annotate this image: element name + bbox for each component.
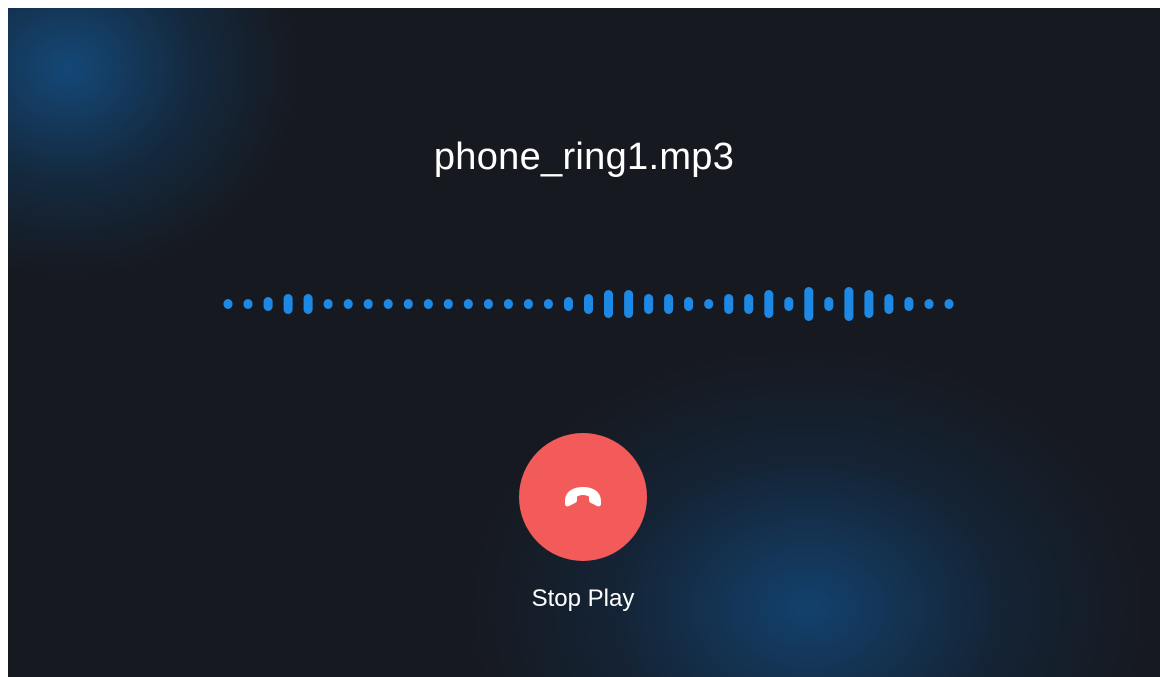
waveform-bar [543, 299, 553, 309]
waveform-bar [483, 299, 493, 309]
waveform-bar [764, 290, 774, 318]
waveform-bar [804, 287, 814, 321]
waveform-bar [283, 294, 293, 314]
waveform-bar [884, 294, 894, 314]
waveform-bar [423, 299, 433, 309]
waveform-bar [944, 299, 954, 309]
waveform-bar [664, 294, 674, 314]
waveform-bar [924, 299, 934, 309]
player-screen: phone_ring1.mp3 Stop Play [8, 8, 1160, 677]
waveform-bar [604, 290, 613, 318]
waveform-bar [644, 294, 654, 314]
waveform-bar [523, 299, 533, 309]
stop-play-button[interactable] [519, 433, 647, 561]
waveform-bar [864, 290, 874, 318]
waveform-bar [744, 294, 754, 314]
waveform-bar [463, 299, 473, 309]
audio-waveform [223, 287, 954, 321]
stop-play-label: Stop Play [531, 585, 635, 612]
waveform-bar [223, 299, 233, 309]
waveform-bar [303, 294, 313, 314]
waveform-bar [824, 297, 834, 311]
waveform-bar [443, 299, 453, 309]
waveform-bar [564, 297, 573, 311]
waveform-bar [383, 299, 393, 309]
waveform-bar [684, 297, 694, 311]
waveform-bar [363, 299, 373, 309]
waveform-bar [584, 294, 593, 314]
waveform-bar [263, 297, 273, 311]
waveform-bar [503, 299, 513, 309]
waveform-bar [323, 299, 333, 309]
waveform-bar [403, 299, 413, 309]
waveform-bar [624, 290, 634, 318]
waveform-bar [704, 299, 714, 309]
waveform-bar [844, 287, 854, 321]
phone-hangup-icon [565, 487, 601, 507]
waveform-bar [904, 297, 914, 311]
waveform-bar [784, 297, 794, 311]
waveform-bar [243, 299, 253, 309]
waveform-bar [343, 299, 353, 309]
waveform-bar [724, 294, 734, 314]
